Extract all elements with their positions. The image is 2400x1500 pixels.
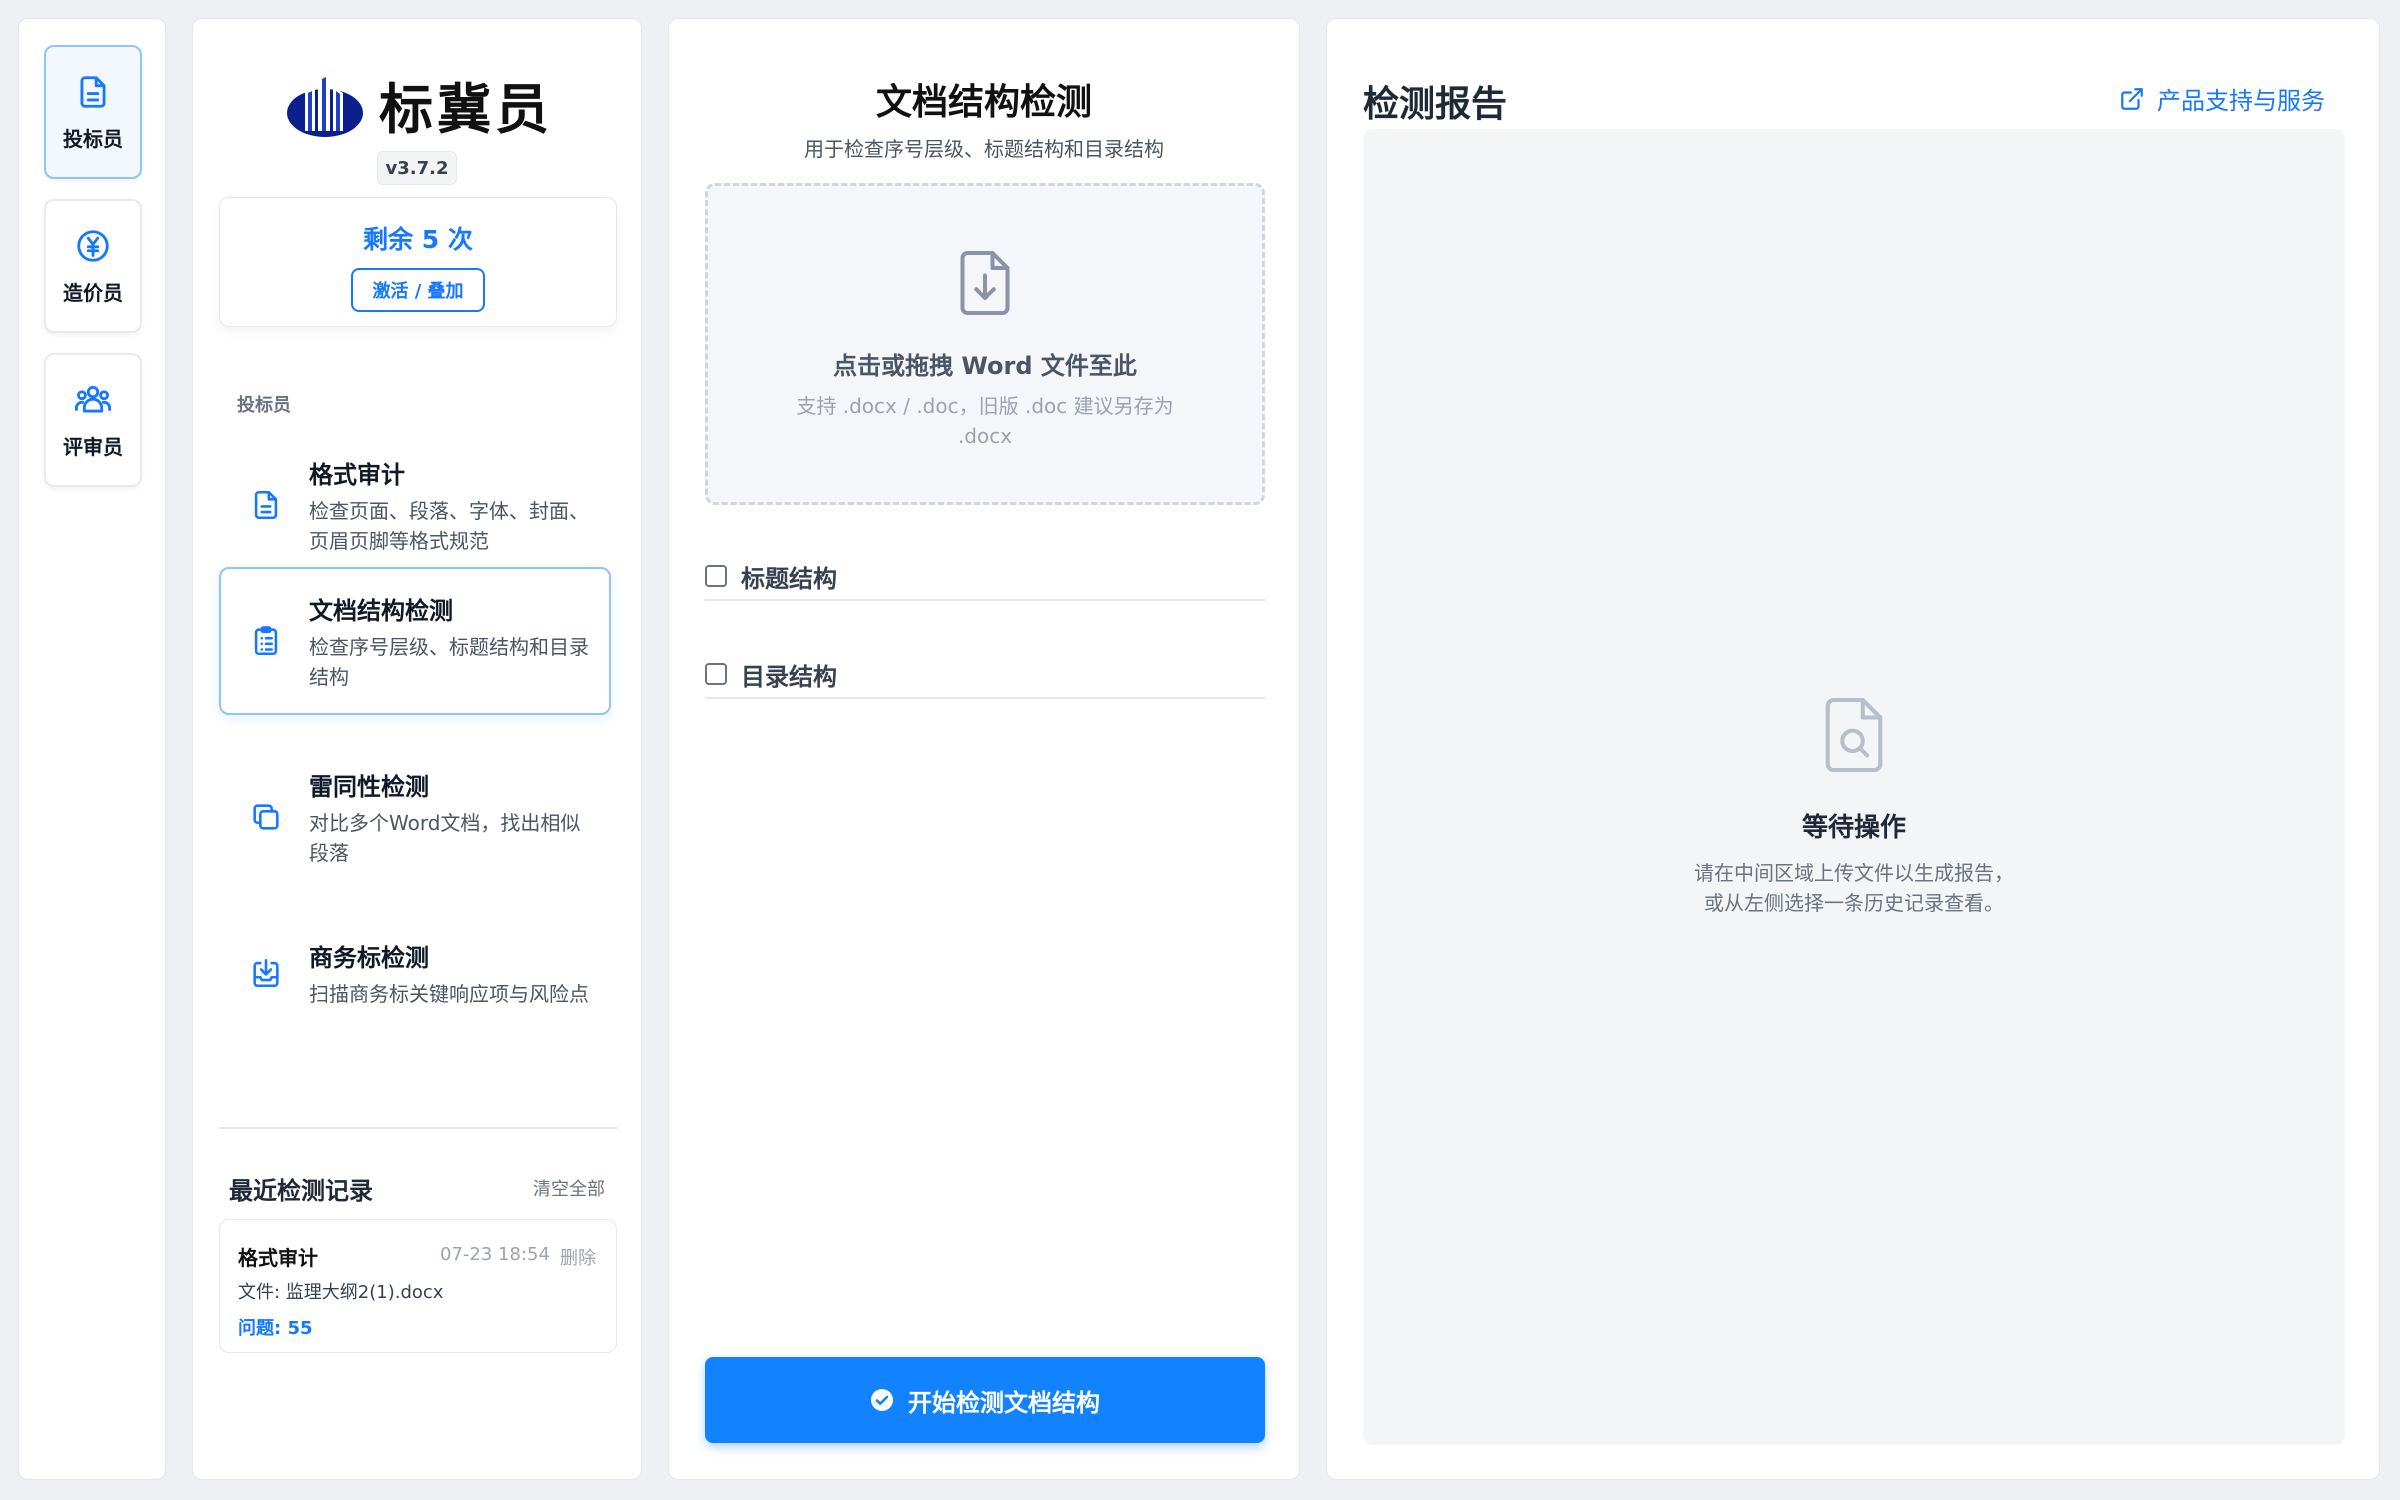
file-download-icon [960, 251, 1010, 315]
app-logo: 标冀员 [285, 65, 553, 144]
option-label: 目录结构 [741, 662, 837, 691]
clipboard-icon [254, 626, 278, 656]
rail-item-bidder[interactable]: 投标员 [44, 45, 142, 179]
history-record[interactable]: 格式审计 07-23 18:54 删除 文件: 监理大纲2(1).docx 问题… [219, 1219, 617, 1353]
report-content: 等待操作 请在中间区域上传文件以生成报告， 或从左侧选择一条历史记录查看。 [1363, 129, 2345, 1445]
support-link[interactable]: 产品支持与服务 [2119, 81, 2325, 116]
document-icon [254, 490, 278, 520]
support-link-label: 产品支持与服务 [2157, 87, 2325, 115]
dropzone-title: 点击或拖拽 Word 文件至此 [833, 352, 1137, 380]
tool-desc: 检查序号层级、标题结构和目录结构 [309, 634, 589, 689]
clear-all-button[interactable]: 清空全部 [533, 1175, 605, 1201]
team-icon [74, 385, 112, 413]
divider [219, 1127, 617, 1129]
external-link-icon [2121, 87, 2143, 110]
role-rail: 投标员 造价员 评审员 [18, 18, 166, 1480]
report-panel: 检测报告 产品支持与服务 等待操作 请在中间区域上传文件以生成报告， 或从左侧选… [1326, 18, 2380, 1480]
building-logo-icon [287, 70, 363, 137]
record-issues: 问题: 55 [238, 1318, 313, 1339]
page-subtitle: 用于检查序号层级、标题结构和目录结构 [804, 137, 1164, 161]
activate-button[interactable]: 激活 / 叠加 [351, 268, 485, 312]
record-file: 文件: 监理大纲2(1).docx [238, 1282, 444, 1303]
inbox-download-icon [253, 958, 279, 988]
recent-records-title: 最近检测记录 [229, 1177, 373, 1205]
empty-desc-line: 请在中间区域上传文件以生成报告， [1694, 861, 2014, 885]
tool-title: 雷同性检测 [309, 772, 429, 801]
quota-remaining: 剩余 5 次 [363, 225, 473, 254]
checkbox[interactable] [705, 663, 727, 685]
start-check-label: 开始检测文档结构 [908, 1388, 1100, 1417]
tool-business-check[interactable]: 商务标检测 扫描商务标关键响应项与风险点 [219, 899, 611, 1047]
file-dropzone[interactable]: 点击或拖拽 Word 文件至此 支持 .docx / .doc，旧版 .doc … [705, 183, 1265, 505]
copy-icon [253, 804, 279, 830]
tool-title: 格式审计 [309, 460, 405, 489]
tool-desc: 对比多个Word文档，找出相似段落 [309, 810, 581, 865]
tool-nav: 标冀员 v3.7.2 剩余 5 次 激活 / 叠加 投标员 格式审计 检查页面、… [192, 18, 642, 1480]
checkbox[interactable] [705, 565, 727, 587]
file-search-icon [1825, 697, 1883, 773]
tool-desc: 检查页面、段落、字体、封面、页眉页脚等格式规范 [309, 498, 589, 553]
yen-icon [77, 229, 109, 262]
empty-title: 等待操作 [1801, 813, 1906, 843]
tool-format-audit[interactable]: 格式审计 检查页面、段落、字体、封面、页眉页脚等格式规范 [219, 431, 611, 579]
structure-check-panel: 文档结构检测 用于检查序号层级、标题结构和目录结构 点击或拖拽 Word 文件至… [668, 18, 1300, 1480]
quota-card: 剩余 5 次 激活 / 叠加 [219, 197, 617, 327]
version-badge: v3.7.2 [377, 151, 457, 185]
app-name: 标冀员 [379, 78, 553, 141]
empty-description: 请在中间区域上传文件以生成报告， 或从左侧选择一条历史记录查看。 [1694, 858, 2014, 918]
tool-title: 文档结构检测 [309, 596, 453, 625]
record-title: 格式审计 [238, 1246, 318, 1270]
check-circle-icon [871, 1389, 893, 1411]
rail-item-cost[interactable]: 造价员 [44, 199, 142, 333]
empty-desc-line: 或从左侧选择一条历史记录查看。 [1704, 891, 2004, 915]
tool-structure-check[interactable]: 文档结构检测 检查序号层级、标题结构和目录结构 [219, 567, 611, 715]
section-label: 投标员 [237, 395, 291, 416]
start-check-button[interactable]: 开始检测文档结构 [705, 1357, 1265, 1443]
dropzone-hint: 支持 .docx / .doc，旧版 .doc 建议另存为 .docx [796, 394, 1174, 448]
option-toc-structure[interactable]: 目录结构 [705, 651, 1265, 699]
option-label: 标题结构 [741, 564, 837, 593]
record-delete-button[interactable]: 删除 [560, 1244, 596, 1270]
tool-title: 商务标检测 [309, 943, 429, 972]
tool-desc: 扫描商务标关键响应项与风险点 [309, 981, 589, 1006]
record-time: 07-23 18:54 [440, 1244, 550, 1265]
report-title: 检测报告 [1363, 84, 1508, 125]
empty-state: 等待操作 请在中间区域上传文件以生成报告， 或从左侧选择一条历史记录查看。 [1363, 693, 2345, 918]
tool-similarity-check[interactable]: 雷同性检测 对比多个Word文档，找出相似段落 [219, 743, 611, 891]
rail-item-reviewer[interactable]: 评审员 [44, 353, 142, 487]
page-title: 文档结构检测 [875, 82, 1092, 123]
rail-item-label: 投标员 [63, 126, 123, 151]
rail-item-label: 造价员 [63, 280, 123, 305]
rail-item-label: 评审员 [63, 434, 123, 459]
option-heading-structure[interactable]: 标题结构 [705, 553, 1265, 601]
document-icon [80, 75, 106, 108]
